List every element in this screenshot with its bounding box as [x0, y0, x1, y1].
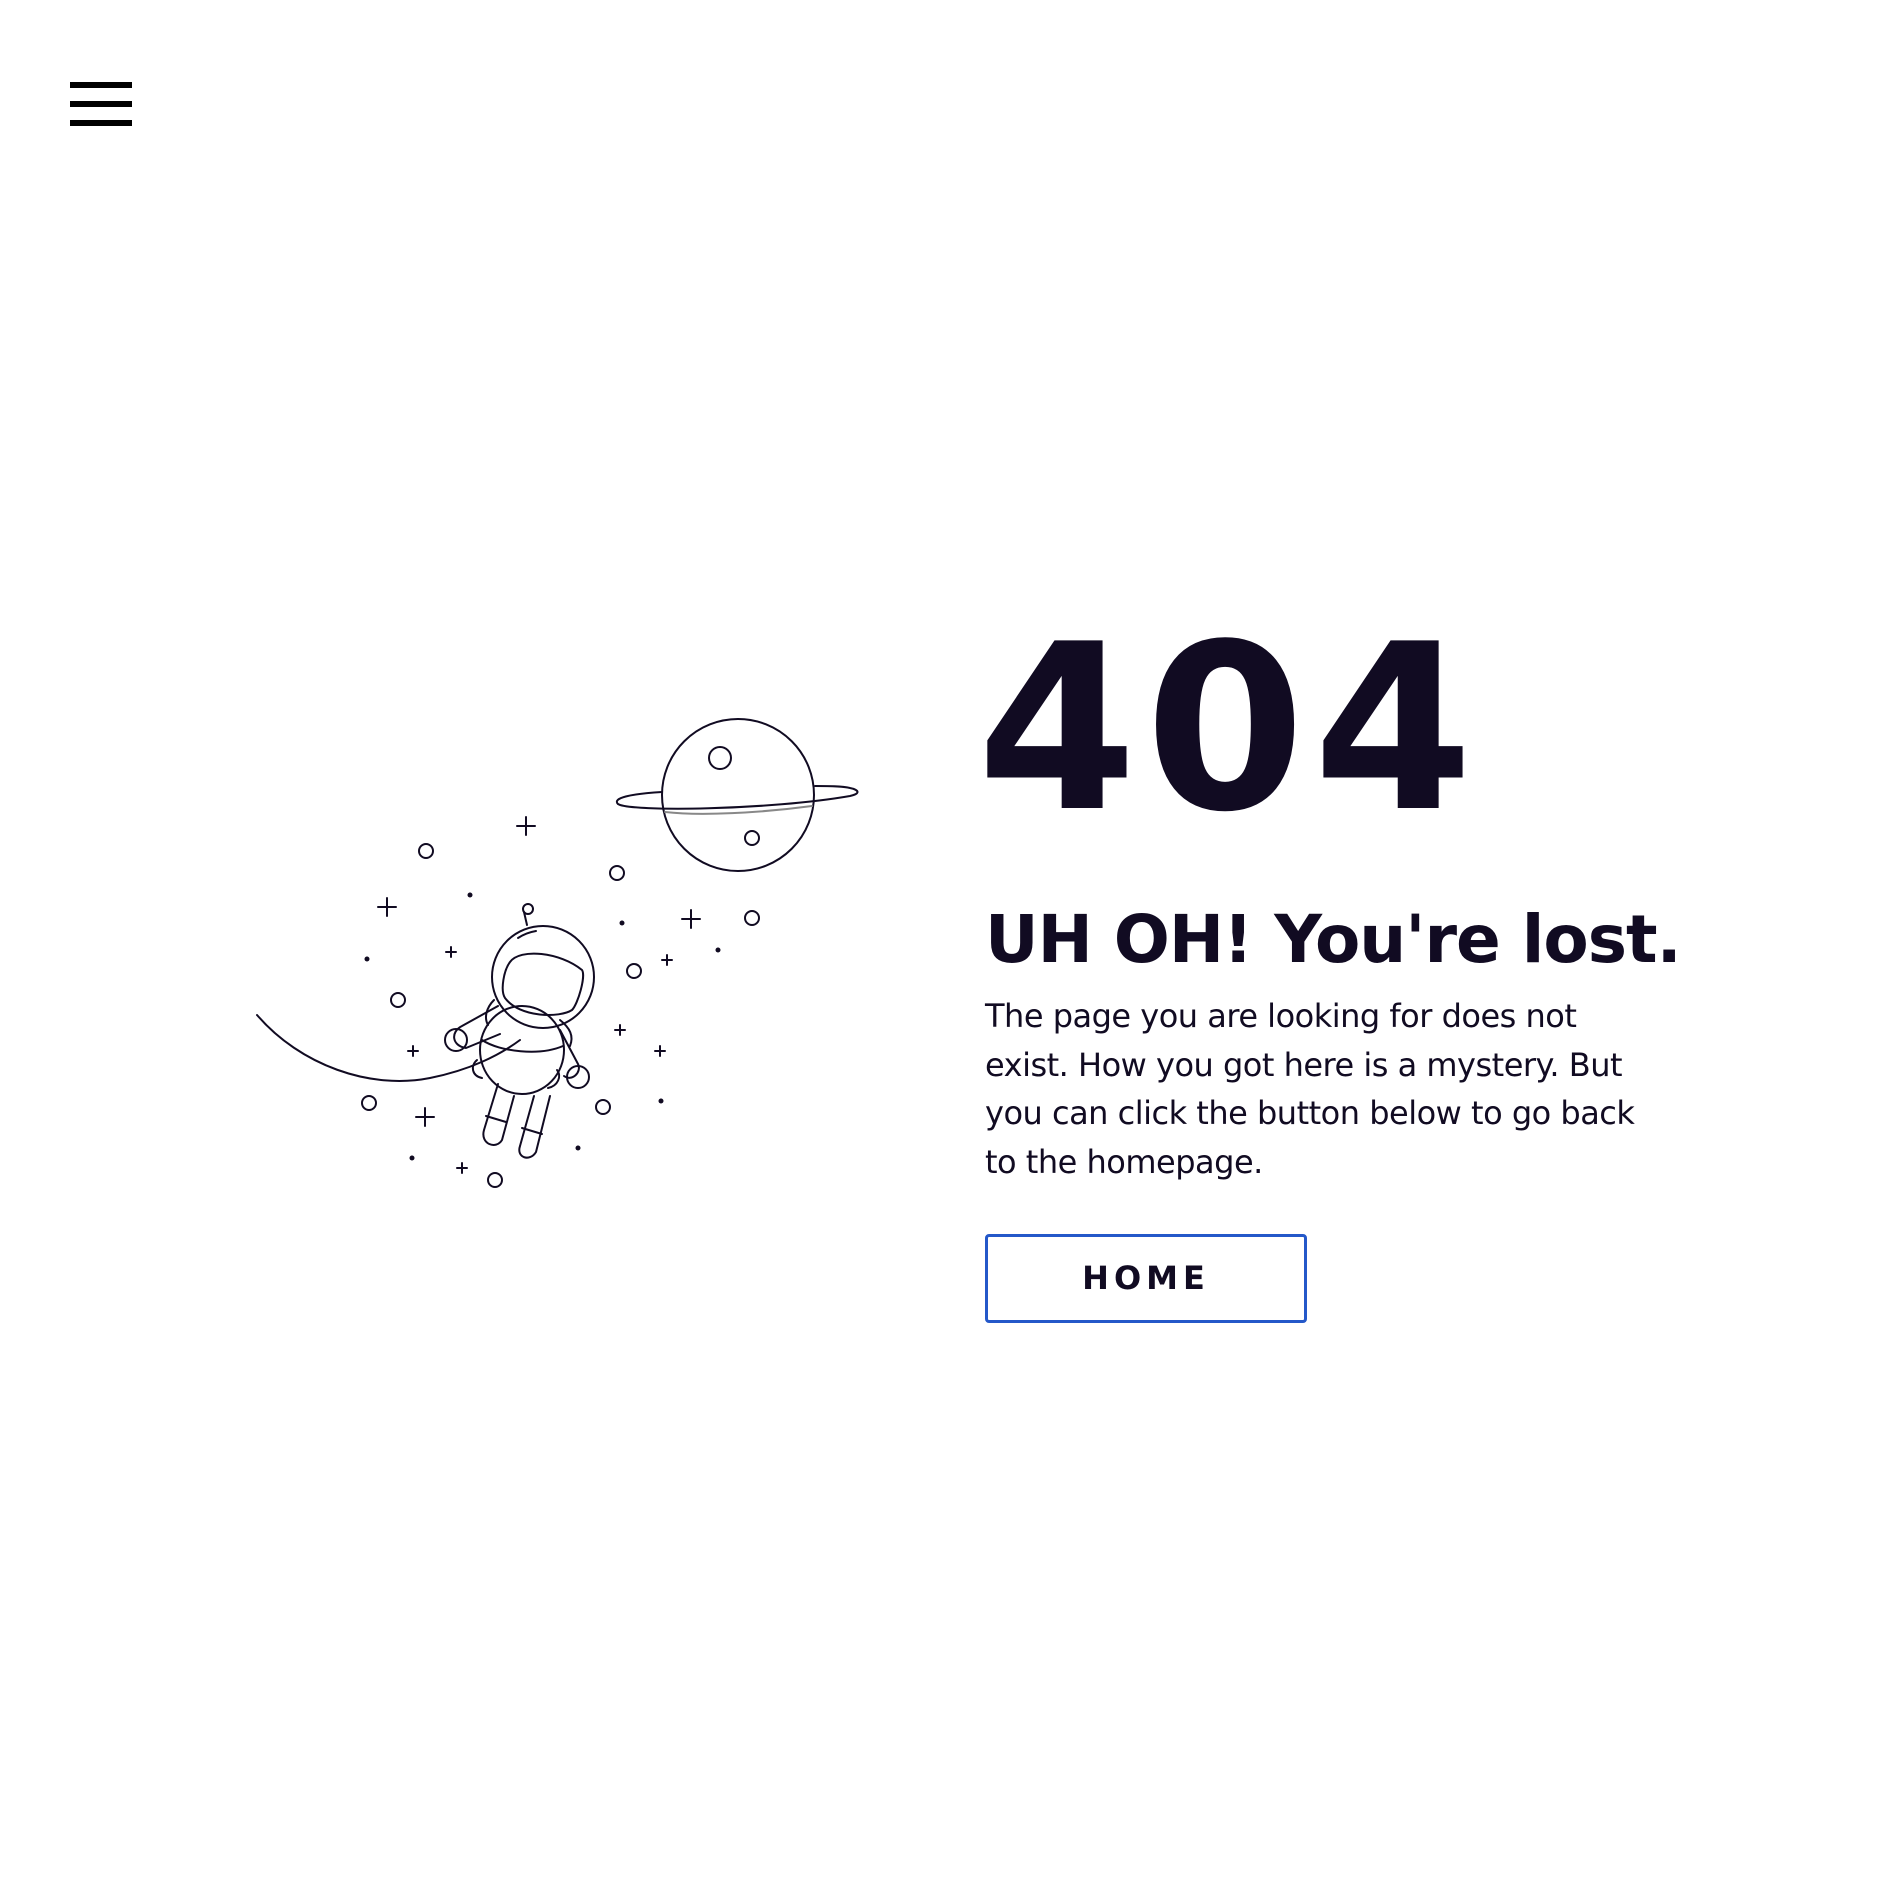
- hamburger-line: [70, 101, 132, 107]
- stars-dots: [364, 892, 721, 1161]
- home-button[interactable]: HOME: [985, 1234, 1307, 1323]
- error-content: 404 UH OH! You're lost. The page you are…: [977, 615, 1682, 1323]
- planet-icon: [615, 718, 859, 872]
- error-headline: UH OH! You're lost.: [985, 901, 1682, 978]
- stars-plus: [377, 816, 701, 1174]
- hamburger-line: [70, 82, 132, 88]
- hamburger-line: [70, 120, 132, 126]
- astronaut-icon: [444, 903, 595, 1159]
- stars-circles: [361, 843, 760, 1188]
- hamburger-menu-icon[interactable]: [70, 82, 132, 126]
- not-found-page: 404 UH OH! You're lost. The page you are…: [0, 0, 1886, 1886]
- error-description: The page you are looking for does not ex…: [985, 997, 1635, 1181]
- error-code: 404: [977, 596, 1482, 863]
- astronaut-illustration: [256, 718, 859, 1188]
